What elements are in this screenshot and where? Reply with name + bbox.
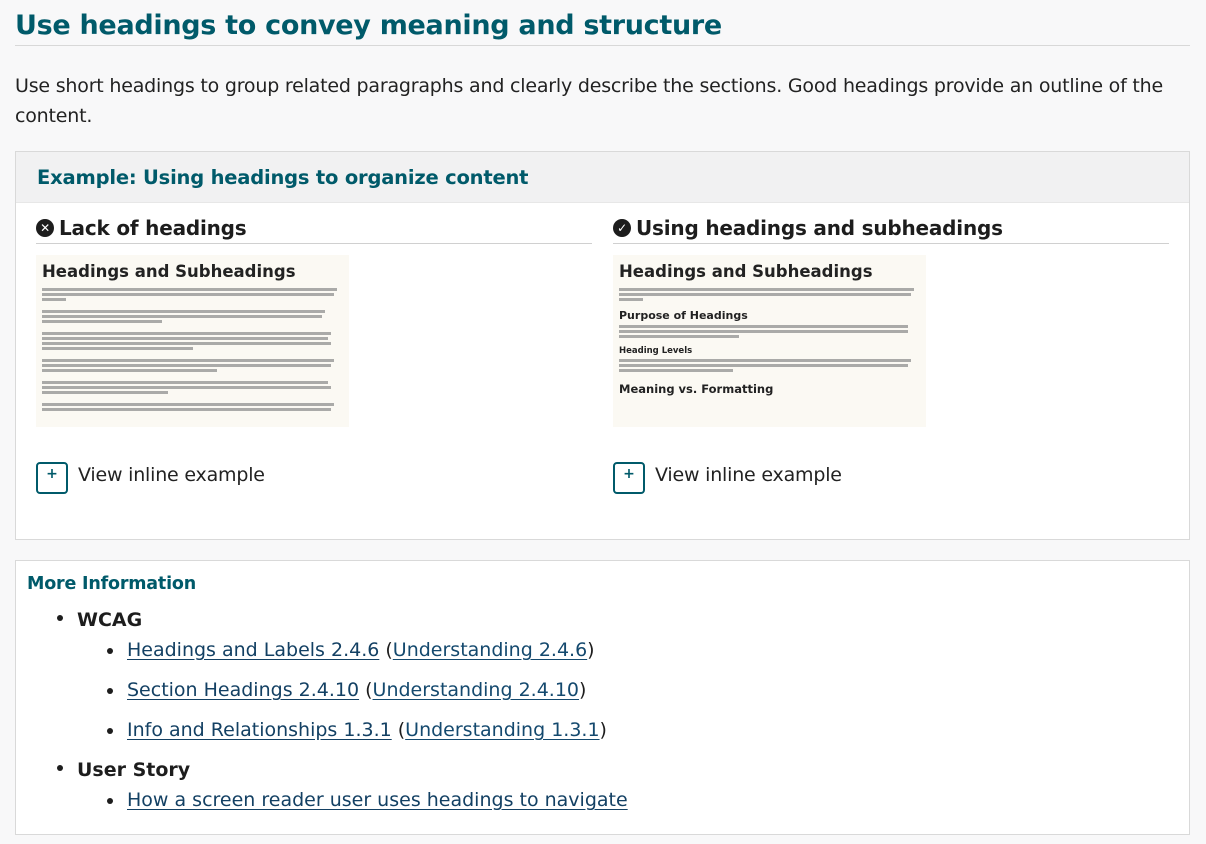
example-column-good: ✓ Using headings and subheadings Heading… bbox=[613, 212, 1169, 494]
link-understanding-2-4-10[interactable]: Understanding 2.4.10 bbox=[373, 679, 579, 701]
link-screen-reader-user-story[interactable]: How a screen reader user uses headings t… bbox=[127, 789, 628, 811]
page-title: Use headings to convey meaning and struc… bbox=[15, 8, 1190, 46]
plus-icon: + bbox=[613, 462, 645, 494]
thumbnail-subheading: Purpose of Headings bbox=[619, 309, 748, 322]
example-thumbnail-bad: Headings and Subheadings bbox=[36, 255, 349, 427]
thumbnail-title: Headings and Subheadings bbox=[619, 262, 873, 281]
column-title-bad: ✕ Lack of headings bbox=[36, 212, 592, 244]
list-item: Section Headings 2.4.10 (Understanding 2… bbox=[102, 675, 628, 715]
group-label-user-story: User Story bbox=[77, 759, 191, 781]
link-headings-and-labels[interactable]: Headings and Labels 2.4.6 bbox=[127, 639, 379, 661]
group-label-wcag: WCAG bbox=[77, 609, 143, 631]
page: Use headings to convey meaning and struc… bbox=[0, 0, 1206, 844]
view-inline-example-label: View inline example bbox=[655, 464, 842, 486]
user-story-list: How a screen reader user uses headings t… bbox=[102, 785, 628, 825]
column-title-good: ✓ Using headings and subheadings bbox=[613, 212, 1169, 244]
link-understanding-2-4-6[interactable]: Understanding 2.4.6 bbox=[393, 639, 587, 661]
list-item: How a screen reader user uses headings t… bbox=[102, 785, 628, 825]
view-inline-example-button[interactable]: + View inline example bbox=[36, 456, 592, 494]
more-information-list: WCAG Headings and Labels 2.4.6 (Understa… bbox=[52, 605, 628, 825]
view-inline-example-label: View inline example bbox=[78, 464, 265, 486]
link-section-headings[interactable]: Section Headings 2.4.10 bbox=[127, 679, 359, 701]
thumbnail-subheading: Heading Levels bbox=[619, 346, 693, 356]
thumbnail-title: Headings and Subheadings bbox=[42, 262, 296, 281]
example-panel: Example: Using headings to organize cont… bbox=[15, 151, 1190, 540]
link-understanding-1-3-1[interactable]: Understanding 1.3.1 bbox=[405, 719, 599, 741]
list-item: WCAG Headings and Labels 2.4.6 (Understa… bbox=[52, 605, 628, 755]
column-title-text: Lack of headings bbox=[59, 215, 247, 240]
link-info-and-relationships[interactable]: Info and Relationships 1.3.1 bbox=[127, 719, 392, 741]
example-heading: Example: Using headings to organize cont… bbox=[16, 152, 1189, 203]
example-column-bad: ✕ Lack of headings Headings and Subheadi… bbox=[36, 212, 592, 494]
thumbnail-subheading: Meaning vs. Formatting bbox=[619, 382, 774, 396]
column-title-text: Using headings and subheadings bbox=[636, 215, 1003, 240]
x-circle-icon: ✕ bbox=[36, 218, 54, 237]
check-circle-icon: ✓ bbox=[613, 218, 631, 237]
example-thumbnail-good: Headings and Subheadings Purpose of Head… bbox=[613, 255, 926, 427]
plus-icon: + bbox=[36, 462, 68, 494]
list-item: Info and Relationships 1.3.1 (Understand… bbox=[102, 715, 628, 755]
view-inline-example-button[interactable]: + View inline example bbox=[613, 456, 1169, 494]
list-item: User Story How a screen reader user uses… bbox=[52, 755, 628, 825]
wcag-list: Headings and Labels 2.4.6 (Understanding… bbox=[102, 635, 628, 755]
intro-paragraph: Use short headings to group related para… bbox=[15, 75, 1163, 127]
more-information-title: More Information bbox=[27, 574, 196, 594]
more-information-panel: More Information WCAG Headings and Label… bbox=[15, 560, 1190, 835]
list-item: Headings and Labels 2.4.6 (Understanding… bbox=[102, 635, 628, 675]
